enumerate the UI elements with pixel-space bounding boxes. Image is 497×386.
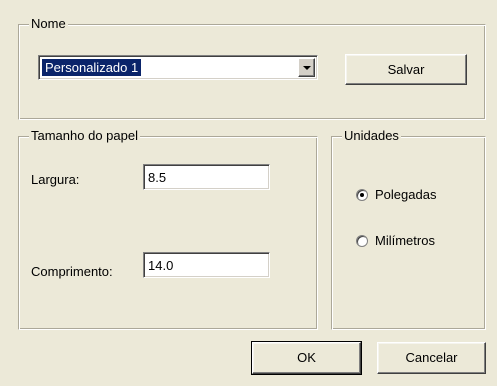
radio-millimeters[interactable]: Milímetros: [356, 233, 435, 248]
name-combobox[interactable]: Personalizado 1: [38, 55, 318, 80]
chevron-down-icon[interactable]: [298, 58, 315, 77]
radio-selected-dot: [360, 192, 364, 197]
radio-button-icon[interactable]: [356, 188, 368, 201]
units-group-label: Unidades: [342, 128, 401, 144]
length-label: Comprimento:: [31, 264, 113, 279]
cancel-button[interactable]: Cancelar: [377, 342, 486, 374]
save-button[interactable]: Salvar: [345, 54, 467, 85]
width-field[interactable]: [143, 164, 270, 190]
radio-button-icon[interactable]: [356, 234, 368, 247]
width-label: Largura:: [31, 172, 80, 187]
radio-millimeters-label: Milímetros: [375, 233, 435, 248]
paper-size-dialog: Nome Personalizado 1 Salvar Tamanho do p…: [0, 0, 497, 386]
paper-size-group-label: Tamanho do papel: [29, 128, 140, 144]
radio-inches[interactable]: Polegadas: [356, 187, 436, 202]
radio-inches-label: Polegadas: [375, 187, 437, 202]
name-combobox-value: Personalizado 1: [42, 59, 142, 76]
length-field[interactable]: [143, 252, 270, 278]
name-group-label: Nome: [29, 16, 68, 32]
ok-button[interactable]: OK: [251, 341, 362, 375]
